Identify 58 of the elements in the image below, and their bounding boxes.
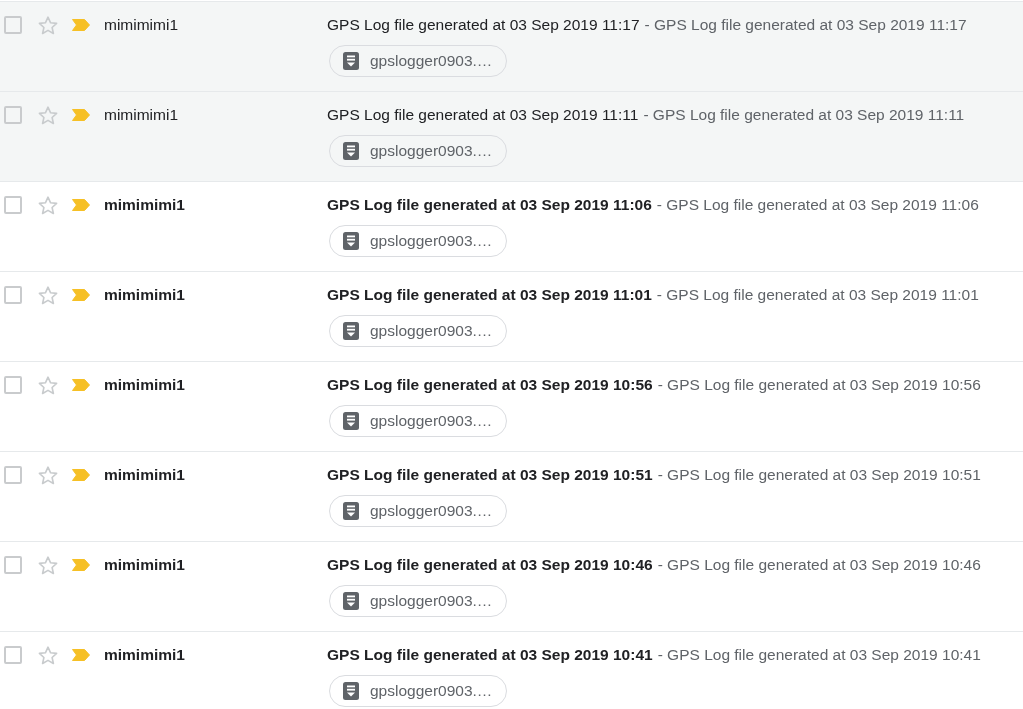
star-icon[interactable]	[38, 195, 58, 215]
email-row[interactable]: mimimimi1 GPS Log file generated at 03 Sep 2019 11:11 - GPS Log file generated at 03 Sep 2019 11:11 gpslogger0903.…	[0, 92, 1023, 182]
checkbox[interactable]	[4, 196, 22, 214]
file-icon	[343, 52, 359, 70]
subject-text: GPS Log file generated at 03 Sep 2019 10:41	[327, 646, 653, 664]
subject-text: GPS Log file generated at 03 Sep 2019 10:56	[327, 376, 653, 394]
checkbox[interactable]	[4, 556, 22, 574]
tag-icon[interactable]	[72, 109, 90, 121]
file-icon	[343, 502, 359, 520]
subject-text: GPS Log file generated at 03 Sep 2019 11:17	[327, 16, 640, 34]
checkbox[interactable]	[4, 466, 22, 484]
file-icon	[343, 322, 359, 340]
subject-text: GPS Log file generated at 03 Sep 2019 11:06	[327, 196, 652, 214]
tag-icon[interactable]	[72, 559, 90, 571]
checkbox[interactable]	[4, 286, 22, 304]
sender-name: mimimimi1	[104, 16, 179, 34]
star-icon[interactable]	[38, 645, 58, 665]
tag-icon[interactable]	[72, 379, 90, 391]
sender-name: mimimimi1	[104, 286, 185, 304]
sender-name: mimimimi1	[104, 646, 185, 664]
star-icon[interactable]	[38, 555, 58, 575]
sender-name: mimimimi1	[104, 376, 185, 394]
snippet-text: - GPS Log file generated at 03 Sep 2019 11:06	[656, 196, 979, 214]
subject-text: GPS Log file generated at 03 Sep 2019 10:51	[327, 466, 653, 484]
subject-text: GPS Log file generated at 03 Sep 2019 10:46	[327, 556, 653, 574]
tag-icon[interactable]	[72, 289, 90, 301]
tag-icon[interactable]	[72, 199, 90, 211]
subject-text: GPS Log file generated at 03 Sep 2019 11:01	[327, 286, 652, 304]
tag-icon[interactable]	[72, 649, 90, 661]
file-icon	[343, 682, 359, 700]
tag-icon[interactable]	[72, 469, 90, 481]
subject-text: GPS Log file generated at 03 Sep 2019 11:11	[327, 106, 639, 124]
sender-name: mimimimi1	[104, 466, 185, 484]
tag-icon[interactable]	[72, 19, 90, 31]
snippet-text: - GPS Log file generated at 03 Sep 2019 10:46	[657, 556, 981, 574]
file-icon	[343, 142, 359, 160]
snippet-text: - GPS Log file generated at 03 Sep 2019 10:51	[657, 466, 981, 484]
checkbox[interactable]	[4, 106, 22, 124]
snippet-text: - GPS Log file generated at 03 Sep 2019 11:17	[644, 16, 967, 34]
star-icon[interactable]	[38, 465, 58, 485]
star-icon[interactable]	[38, 285, 58, 305]
snippet-text: - GPS Log file generated at 03 Sep 2019 10:56	[657, 376, 981, 394]
email-row[interactable]: mimimimi1 GPS Log file generated at 03 Sep 2019 11:17 - GPS Log file generated at 03 Sep 2019 11:17 gpslogger0903.…	[0, 1, 1023, 92]
sender-name: mimimimi1	[104, 196, 185, 214]
sender-name: mimimimi1	[104, 556, 185, 574]
checkbox[interactable]	[4, 376, 22, 394]
checkbox[interactable]	[4, 646, 22, 664]
file-icon	[343, 232, 359, 250]
file-icon	[343, 592, 359, 610]
star-icon[interactable]	[38, 105, 58, 125]
snippet-text: - GPS Log file generated at 03 Sep 2019 10:41	[657, 646, 981, 664]
star-icon[interactable]	[38, 375, 58, 395]
checkbox[interactable]	[4, 16, 22, 34]
snippet-text: - GPS Log file generated at 03 Sep 2019 11:11	[643, 106, 965, 124]
file-icon	[343, 412, 359, 430]
star-icon[interactable]	[38, 15, 58, 35]
snippet-text: - GPS Log file generated at 03 Sep 2019 11:01	[656, 286, 979, 304]
sender-name: mimimimi1	[104, 106, 179, 124]
